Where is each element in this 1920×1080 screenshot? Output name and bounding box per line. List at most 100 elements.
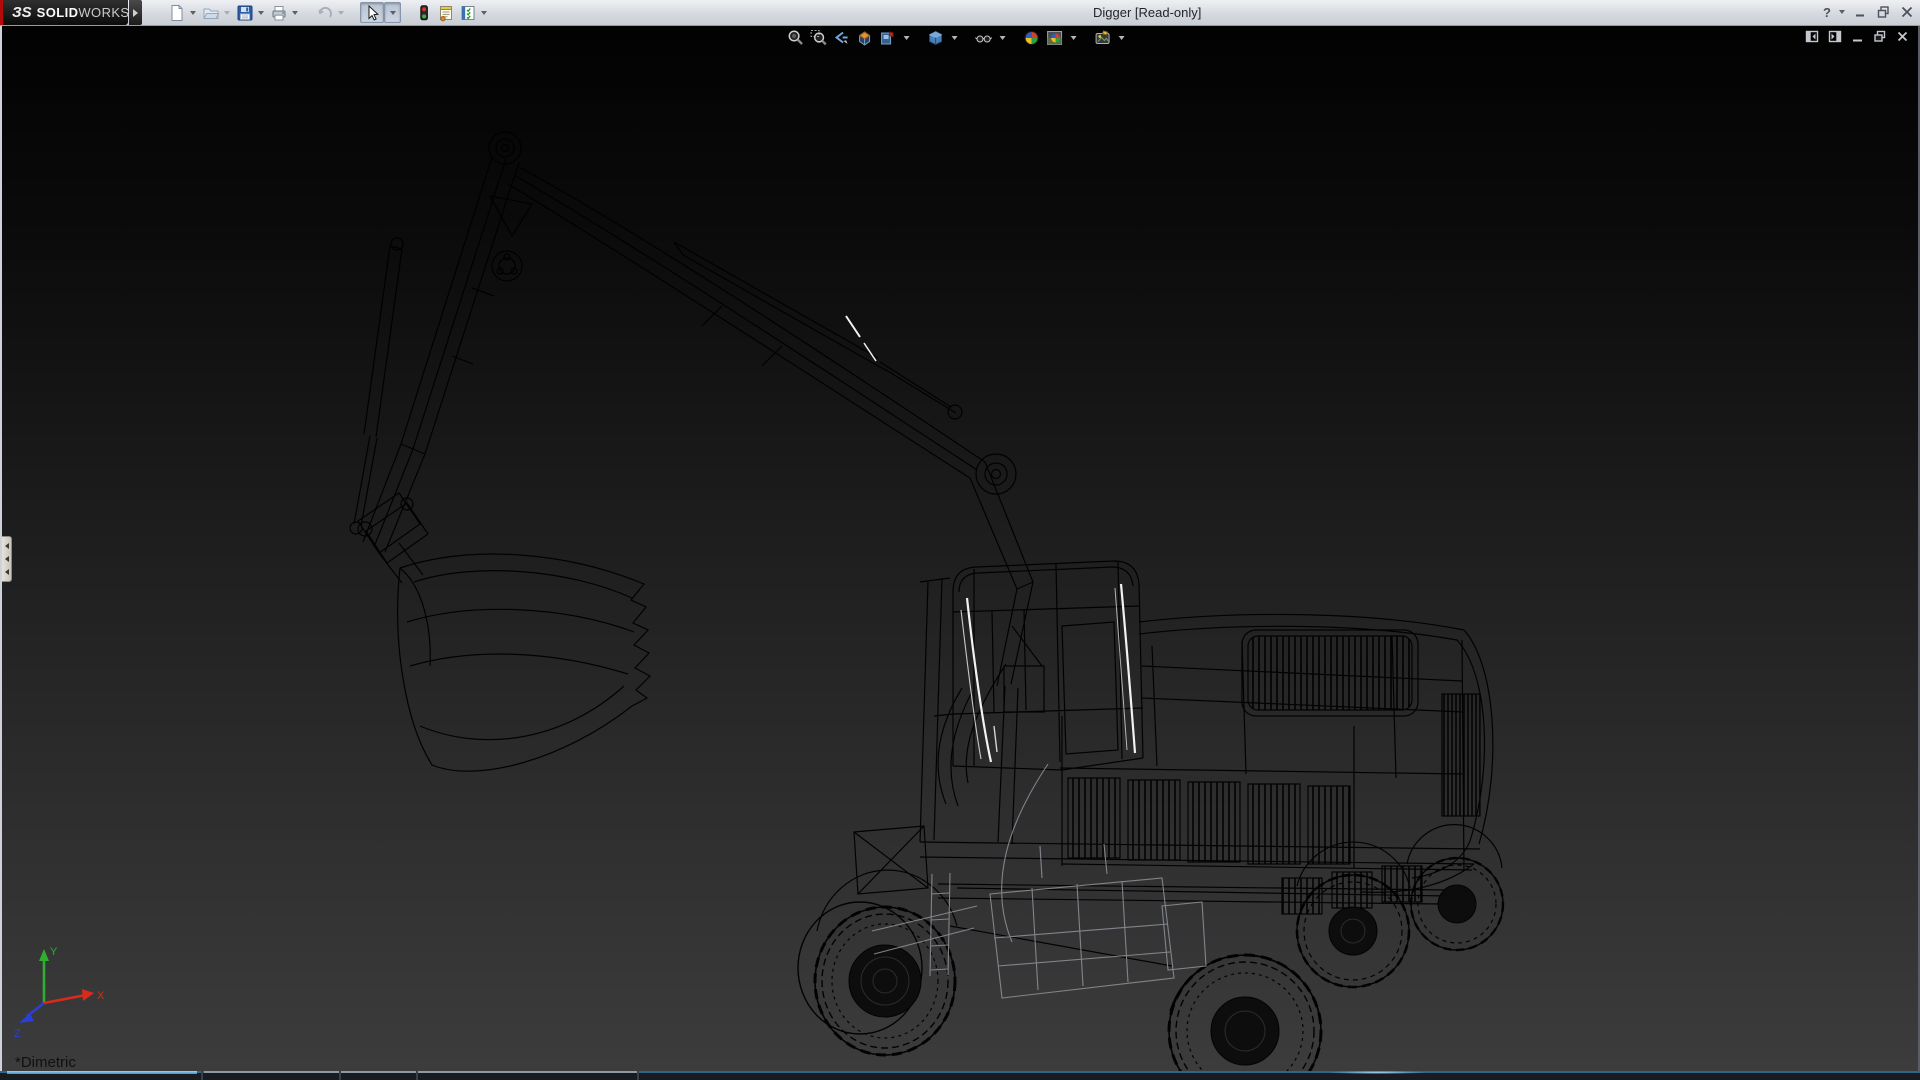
- view-settings-icon: [1094, 29, 1112, 47]
- app-window-controls: ?: [1822, 2, 1915, 22]
- view-orientation-label: *Dimetric: [15, 1054, 76, 1071]
- chevron-right-icon: [133, 9, 138, 17]
- display-style-dropdown[interactable]: [952, 36, 958, 40]
- window-title: Digger [Read-only]: [1093, 5, 1201, 20]
- app-titlebar: ЗS SOLIDWORKS: [0, 0, 1920, 26]
- taskbar-separator: [416, 1071, 418, 1080]
- print-button[interactable]: [268, 2, 290, 23]
- previous-view-icon: [833, 29, 851, 47]
- taskbar-separator: [637, 1071, 639, 1080]
- print-icon: [270, 4, 288, 22]
- file-properties-button[interactable]: [435, 2, 457, 23]
- chevron-left-icon: [5, 543, 9, 549]
- brand-text-solid: SOLID: [37, 5, 79, 20]
- hide-show-items-dropdown[interactable]: [1000, 36, 1006, 40]
- help-dropdown[interactable]: [1839, 10, 1845, 14]
- app-minimize-button[interactable]: [1852, 4, 1868, 20]
- triad-x-label: X: [97, 990, 105, 1002]
- taskbar-mid-segment[interactable]: [204, 1071, 637, 1073]
- undo-icon: [316, 4, 334, 22]
- pane-left-icon: [1805, 30, 1819, 43]
- view-orientation-icon: [879, 29, 897, 47]
- collapse-pane-left-button[interactable]: [1805, 30, 1819, 43]
- select-cursor-icon: [363, 4, 381, 22]
- previous-view-button[interactable]: [832, 28, 852, 48]
- restore-icon: [1873, 30, 1887, 43]
- chevron-left-icon: [5, 556, 9, 562]
- standard-toolbar: [166, 0, 491, 25]
- taskbar-glow: [1330, 1071, 1425, 1074]
- close-icon: [1896, 30, 1909, 43]
- view-orientation-button[interactable]: [878, 28, 898, 48]
- chevron-left-icon: [5, 569, 9, 575]
- zoom-to-fit-icon: [787, 29, 805, 47]
- doc-restore-button[interactable]: [1873, 30, 1887, 43]
- rebuild-button[interactable]: [413, 2, 435, 23]
- file-properties-icon: [437, 4, 455, 22]
- taskbar-separator: [201, 1071, 203, 1080]
- taskbar-separator: [339, 1071, 341, 1080]
- options-dropdown[interactable]: [481, 11, 487, 15]
- zoom-to-area-icon: [810, 29, 828, 47]
- restore-icon: [1876, 5, 1891, 19]
- print-dropdown[interactable]: [292, 11, 298, 15]
- app-close-button[interactable]: [1899, 4, 1915, 20]
- apply-scene-icon: [1046, 29, 1064, 47]
- hide-show-items-icon: [975, 29, 993, 47]
- open-document-icon: [202, 4, 220, 22]
- menu-expand-arrow[interactable]: [129, 0, 142, 25]
- solidworks-app: { "app": { "brand_mark": "ЗS", "brand_bo…: [0, 0, 1920, 1080]
- pane-right-icon: [1828, 30, 1842, 43]
- excavator-wireframe: [2, 26, 1918, 1071]
- solidworks-logo: ЗS SOLIDWORKS: [0, 0, 128, 25]
- select-tool-dropdown[interactable]: [384, 2, 401, 23]
- display-style-icon: [927, 29, 945, 47]
- open-document-button[interactable]: [200, 2, 222, 23]
- collapse-pane-right-button[interactable]: [1828, 30, 1842, 43]
- edit-appearance-icon: [1023, 29, 1041, 47]
- open-document-dropdown[interactable]: [224, 11, 230, 15]
- triad-z-label: Z: [14, 1028, 21, 1040]
- taskbar-active-segment[interactable]: [7, 1071, 197, 1074]
- zoom-to-fit-button[interactable]: [786, 28, 806, 48]
- new-document-dropdown[interactable]: [190, 11, 196, 15]
- stoplight-icon: [415, 4, 433, 22]
- section-view-button[interactable]: [855, 28, 875, 48]
- view-settings-dropdown[interactable]: [1119, 36, 1125, 40]
- feature-manager-collapsed-tab[interactable]: [2, 536, 12, 582]
- view-settings-button[interactable]: [1093, 28, 1113, 48]
- new-document-icon: [168, 4, 186, 22]
- minimize-icon: [1851, 30, 1864, 43]
- doc-close-button[interactable]: [1896, 30, 1909, 43]
- triad-y-label: Y: [50, 946, 58, 958]
- save-button[interactable]: [234, 2, 256, 23]
- options-icon: [459, 4, 477, 22]
- apply-scene-button[interactable]: [1045, 28, 1065, 48]
- doc-minimize-button[interactable]: [1851, 30, 1864, 43]
- apply-scene-dropdown[interactable]: [1071, 36, 1077, 40]
- display-style-button[interactable]: [926, 28, 946, 48]
- zoom-to-area-button[interactable]: [809, 28, 829, 48]
- options-button[interactable]: [457, 2, 479, 23]
- minimize-icon: [1853, 5, 1867, 19]
- reference-triad: Y X Z: [10, 941, 110, 1041]
- section-view-icon: [856, 29, 874, 47]
- new-document-button[interactable]: [166, 2, 188, 23]
- graphics-area[interactable]: Y X Z *Dimetric: [0, 26, 1920, 1071]
- save-icon: [236, 4, 254, 22]
- undo-button[interactable]: [314, 2, 336, 23]
- view-orientation-dropdown[interactable]: [904, 36, 910, 40]
- hide-show-items-button[interactable]: [974, 28, 994, 48]
- edit-appearance-button[interactable]: [1022, 28, 1042, 48]
- undo-dropdown[interactable]: [338, 11, 344, 15]
- taskbar-strip[interactable]: [0, 1071, 1920, 1080]
- select-tool-button[interactable]: [360, 2, 384, 23]
- headsup-view-toolbar: [786, 28, 1128, 48]
- document-window-controls: [1805, 30, 1909, 43]
- solidworks-logo-mark: ЗS: [12, 4, 32, 21]
- help-button[interactable]: ?: [1822, 5, 1832, 20]
- close-icon: [1900, 5, 1914, 19]
- save-dropdown[interactable]: [258, 11, 264, 15]
- brand-text-works: WORKS: [78, 5, 129, 20]
- app-restore-button[interactable]: [1875, 4, 1892, 20]
